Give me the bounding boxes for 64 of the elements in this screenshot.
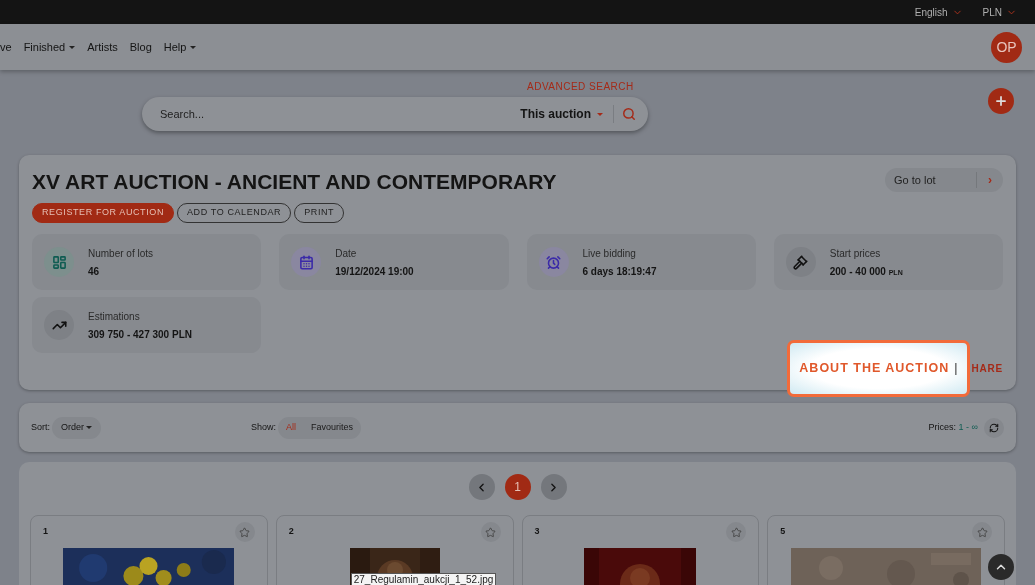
lot-card[interactable]: 2 27_Regulamin_aukcji_1_52.jpg <box>275 515 514 585</box>
trend-icon <box>44 310 74 340</box>
show-label: Show: <box>251 420 277 434</box>
stat-value: 6 days 18:19:47 <box>582 264 657 279</box>
stat-label: Start prices <box>829 246 882 261</box>
stat-label: Estimations <box>88 309 141 324</box>
stat-value: 46 <box>88 264 101 279</box>
sort-label: Sort: <box>31 420 50 434</box>
favourite-button[interactable] <box>726 522 747 542</box>
lot-number: 5 <box>780 525 786 539</box>
stat-label: Date <box>335 246 358 261</box>
caret-icon <box>190 45 197 49</box>
stat-label: Number of lots <box>88 246 154 261</box>
search-icon[interactable] <box>622 107 636 121</box>
plus-icon <box>994 94 1008 108</box>
favourite-button[interactable] <box>480 522 501 542</box>
star-icon <box>485 526 496 538</box>
lot-card[interactable]: 5 <box>767 515 1005 585</box>
search-field[interactable]: Search... <box>160 105 521 123</box>
stat-value: 19/12/2024 19:00 <box>335 264 414 279</box>
caret-icon <box>86 426 93 429</box>
nav-link[interactable]: Help <box>163 38 197 56</box>
lot-number: 1 <box>43 525 48 539</box>
star-icon <box>976 526 988 538</box>
auction-title: XV ART AUCTION - ANCIENT AND CONTEMPORARY <box>32 170 557 194</box>
lot-card[interactable]: 3 <box>521 515 760 585</box>
refresh-button[interactable] <box>984 417 1004 438</box>
scope-select[interactable]: This auction <box>520 105 614 123</box>
favourite-button[interactable] <box>234 522 255 542</box>
sort-select[interactable]: Order <box>52 416 102 439</box>
caret-icon <box>69 45 76 49</box>
next-page-button[interactable] <box>540 474 567 500</box>
caret-icon <box>597 112 603 116</box>
lot-number: 2 <box>288 525 294 539</box>
nav-link[interactable]: ve <box>0 38 12 56</box>
add-button[interactable] <box>988 88 1014 114</box>
previous-page-button[interactable] <box>468 474 495 500</box>
nav-link[interactable]: Blog <box>129 38 152 56</box>
star-icon <box>730 526 742 538</box>
stat-label: Live bidding <box>582 246 637 261</box>
nav-link[interactable]: Artists <box>87 38 118 56</box>
lot-number: 3 <box>534 525 540 539</box>
calendar-icon <box>291 247 322 277</box>
tooltip: 27_Regulamin_aukcji_1_52.jpg <box>350 573 497 585</box>
action-button[interactable]: REGISTER FOR AUCTION <box>32 203 174 223</box>
show-option[interactable]: Favourites <box>311 420 354 435</box>
refresh-icon <box>989 422 999 433</box>
nav-link[interactable]: Finished <box>23 38 76 56</box>
separator: | <box>954 360 959 378</box>
search-bar[interactable]: Search... This auction <box>142 97 648 131</box>
prices-label: Prices: 1 - ∞ <box>928 420 978 434</box>
stat-value: 309 750 - 427 300 PLN <box>88 327 192 342</box>
currency-select[interactable]: PLN <box>982 4 1017 20</box>
favourite-button[interactable] <box>972 522 992 542</box>
grid-icon <box>44 247 74 277</box>
lot-number-input[interactable]: Go to lot <box>885 171 977 189</box>
lot-card[interactable]: 1 <box>30 515 268 585</box>
alarm-clock-icon <box>538 247 569 277</box>
avatar[interactable]: OP <box>991 31 1022 63</box>
about-link[interactable]: ABOUT THE AUCTION | <box>787 340 971 397</box>
language-select[interactable]: English <box>914 4 963 20</box>
star-icon <box>239 526 251 538</box>
gavel-icon <box>785 247 816 277</box>
page-button[interactable]: 1 <box>504 474 531 500</box>
